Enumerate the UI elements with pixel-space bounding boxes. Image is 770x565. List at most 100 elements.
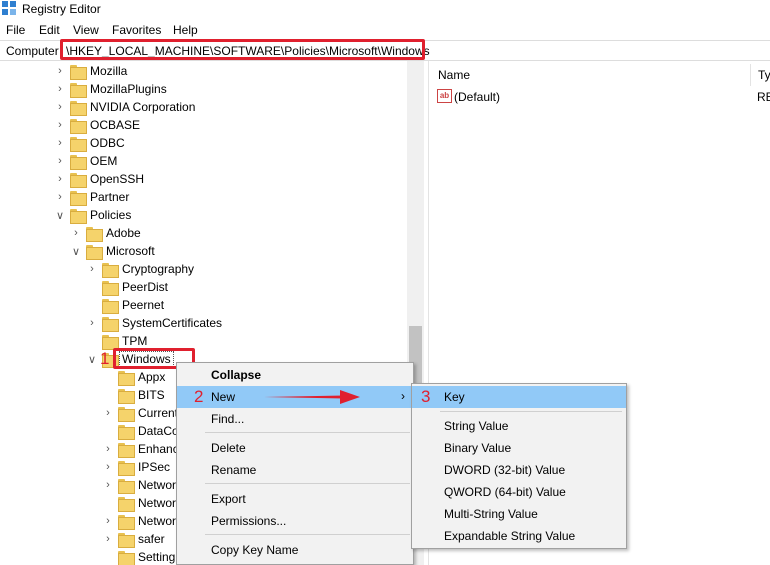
menu-item-label: Export: [211, 492, 246, 506]
new-submenu: Key String Value Binary Value DWORD (32-…: [411, 383, 627, 549]
submenu-item-label: DWORD (32-bit) Value: [444, 463, 566, 477]
submenu-item-label: Key: [444, 390, 465, 404]
window-title: Registry Editor: [22, 2, 101, 16]
tree-node-label: OCBASE: [90, 118, 141, 132]
submenu-item-label: Binary Value: [444, 441, 512, 455]
chevron-down-icon[interactable]: ∨: [86, 353, 98, 366]
chevron-right-icon[interactable]: ›: [102, 443, 114, 455]
value-row-name[interactable]: (Default): [454, 90, 500, 104]
tree-node-label: Peernet: [122, 298, 165, 312]
folder-icon: [70, 155, 87, 170]
submenu-item-label: QWORD (64-bit) Value: [444, 485, 566, 499]
folder-icon: [102, 317, 119, 332]
tree-node-label: SystemCertificates: [122, 316, 223, 330]
tree-node-label: Enhanc: [138, 442, 179, 456]
menu-edit[interactable]: Edit: [39, 23, 60, 37]
submenu-item-expandable-string-value[interactable]: Expandable String Value: [412, 525, 626, 547]
menu-item-copy-key-name[interactable]: Copy Key Name: [177, 539, 413, 561]
submenu-item-label: Expandable String Value: [444, 529, 576, 543]
chevron-right-icon[interactable]: ›: [102, 407, 114, 419]
folder-icon: [70, 191, 87, 206]
folder-icon: [118, 551, 135, 565]
chevron-right-icon[interactable]: ›: [70, 227, 82, 239]
tree-node-label: IPSec: [138, 460, 171, 474]
submenu-item-binary-value[interactable]: Binary Value: [412, 437, 626, 459]
address-highlight-box: [60, 39, 425, 60]
chevron-right-icon[interactable]: ›: [54, 101, 66, 113]
folder-icon: [86, 245, 103, 260]
folder-icon: [118, 515, 135, 530]
tree-node-label: Setting: [138, 550, 176, 564]
submenu-item-qword-value[interactable]: QWORD (64-bit) Value: [412, 481, 626, 503]
folder-icon: [118, 533, 135, 548]
column-header-name[interactable]: Name: [438, 68, 470, 82]
menu-favorites[interactable]: Favorites: [112, 23, 161, 37]
tree-node-label: DataCo: [138, 424, 179, 438]
red-arrow-icon: [264, 390, 360, 404]
tree-node-label: MozillaPlugins: [90, 82, 167, 96]
chevron-right-icon[interactable]: ›: [54, 83, 66, 95]
menu-item-permissions[interactable]: Permissions...: [177, 510, 413, 532]
tree-node-label: Mozilla: [90, 64, 128, 78]
column-header-type[interactable]: Ty: [758, 68, 770, 82]
step-2-label: 2: [194, 387, 204, 406]
folder-icon: [70, 173, 87, 188]
submenu-item-multi-string-value[interactable]: Multi-String Value: [412, 503, 626, 525]
tree-node-label: BITS: [138, 388, 165, 402]
tree-node-label: PeerDist: [122, 280, 169, 294]
chevron-right-icon[interactable]: ›: [86, 317, 98, 329]
menu-item-label: New: [211, 390, 236, 404]
folder-icon: [70, 83, 87, 98]
tree-node-label: ODBC: [90, 136, 125, 150]
chevron-right-icon[interactable]: ›: [54, 155, 66, 167]
chevron-right-icon[interactable]: ›: [54, 191, 66, 203]
menu-item-find[interactable]: Find...: [177, 408, 413, 430]
tree-node-label: TPM: [122, 334, 148, 348]
menu-item-collapse[interactable]: Collapse: [177, 364, 413, 386]
folder-icon: [70, 137, 87, 152]
folder-icon: [70, 209, 87, 224]
submenu-item-label: String Value: [444, 419, 509, 433]
tree-node-label: Networ: [138, 514, 177, 528]
submenu-item-dword-value[interactable]: DWORD (32-bit) Value: [412, 459, 626, 481]
chevron-down-icon[interactable]: ∨: [54, 209, 66, 222]
folder-icon: [70, 65, 87, 80]
tree-node-label: Current: [138, 406, 179, 420]
chevron-right-icon[interactable]: ›: [102, 479, 114, 491]
submenu-item-key[interactable]: Key: [412, 386, 626, 408]
chevron-right-icon[interactable]: ›: [54, 173, 66, 185]
column-separator[interactable]: [750, 64, 751, 86]
folder-icon: [118, 425, 135, 440]
title-bar: Registry Editor: [0, 0, 770, 19]
folder-icon: [102, 335, 119, 350]
menu-item-rename[interactable]: Rename: [177, 459, 413, 481]
menu-item-export[interactable]: Export: [177, 488, 413, 510]
value-row-type: RE: [757, 90, 770, 104]
tree-node-label: Appx: [138, 370, 166, 384]
menu-item-label: Delete: [211, 441, 246, 455]
menu-separator: [205, 483, 410, 484]
chevron-right-icon[interactable]: ›: [102, 515, 114, 527]
step-3-label: 3: [421, 387, 431, 406]
submenu-item-string-value[interactable]: String Value: [412, 415, 626, 437]
menu-view[interactable]: View: [73, 23, 99, 37]
menu-file[interactable]: File: [6, 23, 25, 37]
chevron-down-icon[interactable]: ∨: [70, 245, 82, 258]
chevron-right-icon[interactable]: ›: [102, 533, 114, 545]
folder-icon: [86, 227, 103, 242]
folder-icon: [118, 389, 135, 404]
menu-help[interactable]: Help: [173, 23, 198, 37]
folder-icon: [118, 407, 135, 422]
tree-node-label: OpenSSH: [90, 172, 145, 186]
address-label: Computer: [6, 44, 59, 58]
chevron-right-icon[interactable]: ›: [54, 65, 66, 77]
chevron-right-icon[interactable]: ›: [54, 119, 66, 131]
chevron-right-icon[interactable]: ›: [86, 263, 98, 275]
chevron-right-icon[interactable]: ›: [54, 137, 66, 149]
menu-item-delete[interactable]: Delete: [177, 437, 413, 459]
chevron-right-icon[interactable]: ›: [102, 461, 114, 473]
tree-node-label: Networ: [138, 496, 177, 510]
folder-icon: [70, 119, 87, 134]
folder-icon: [102, 281, 119, 296]
registry-editor-icon: [2, 1, 17, 16]
